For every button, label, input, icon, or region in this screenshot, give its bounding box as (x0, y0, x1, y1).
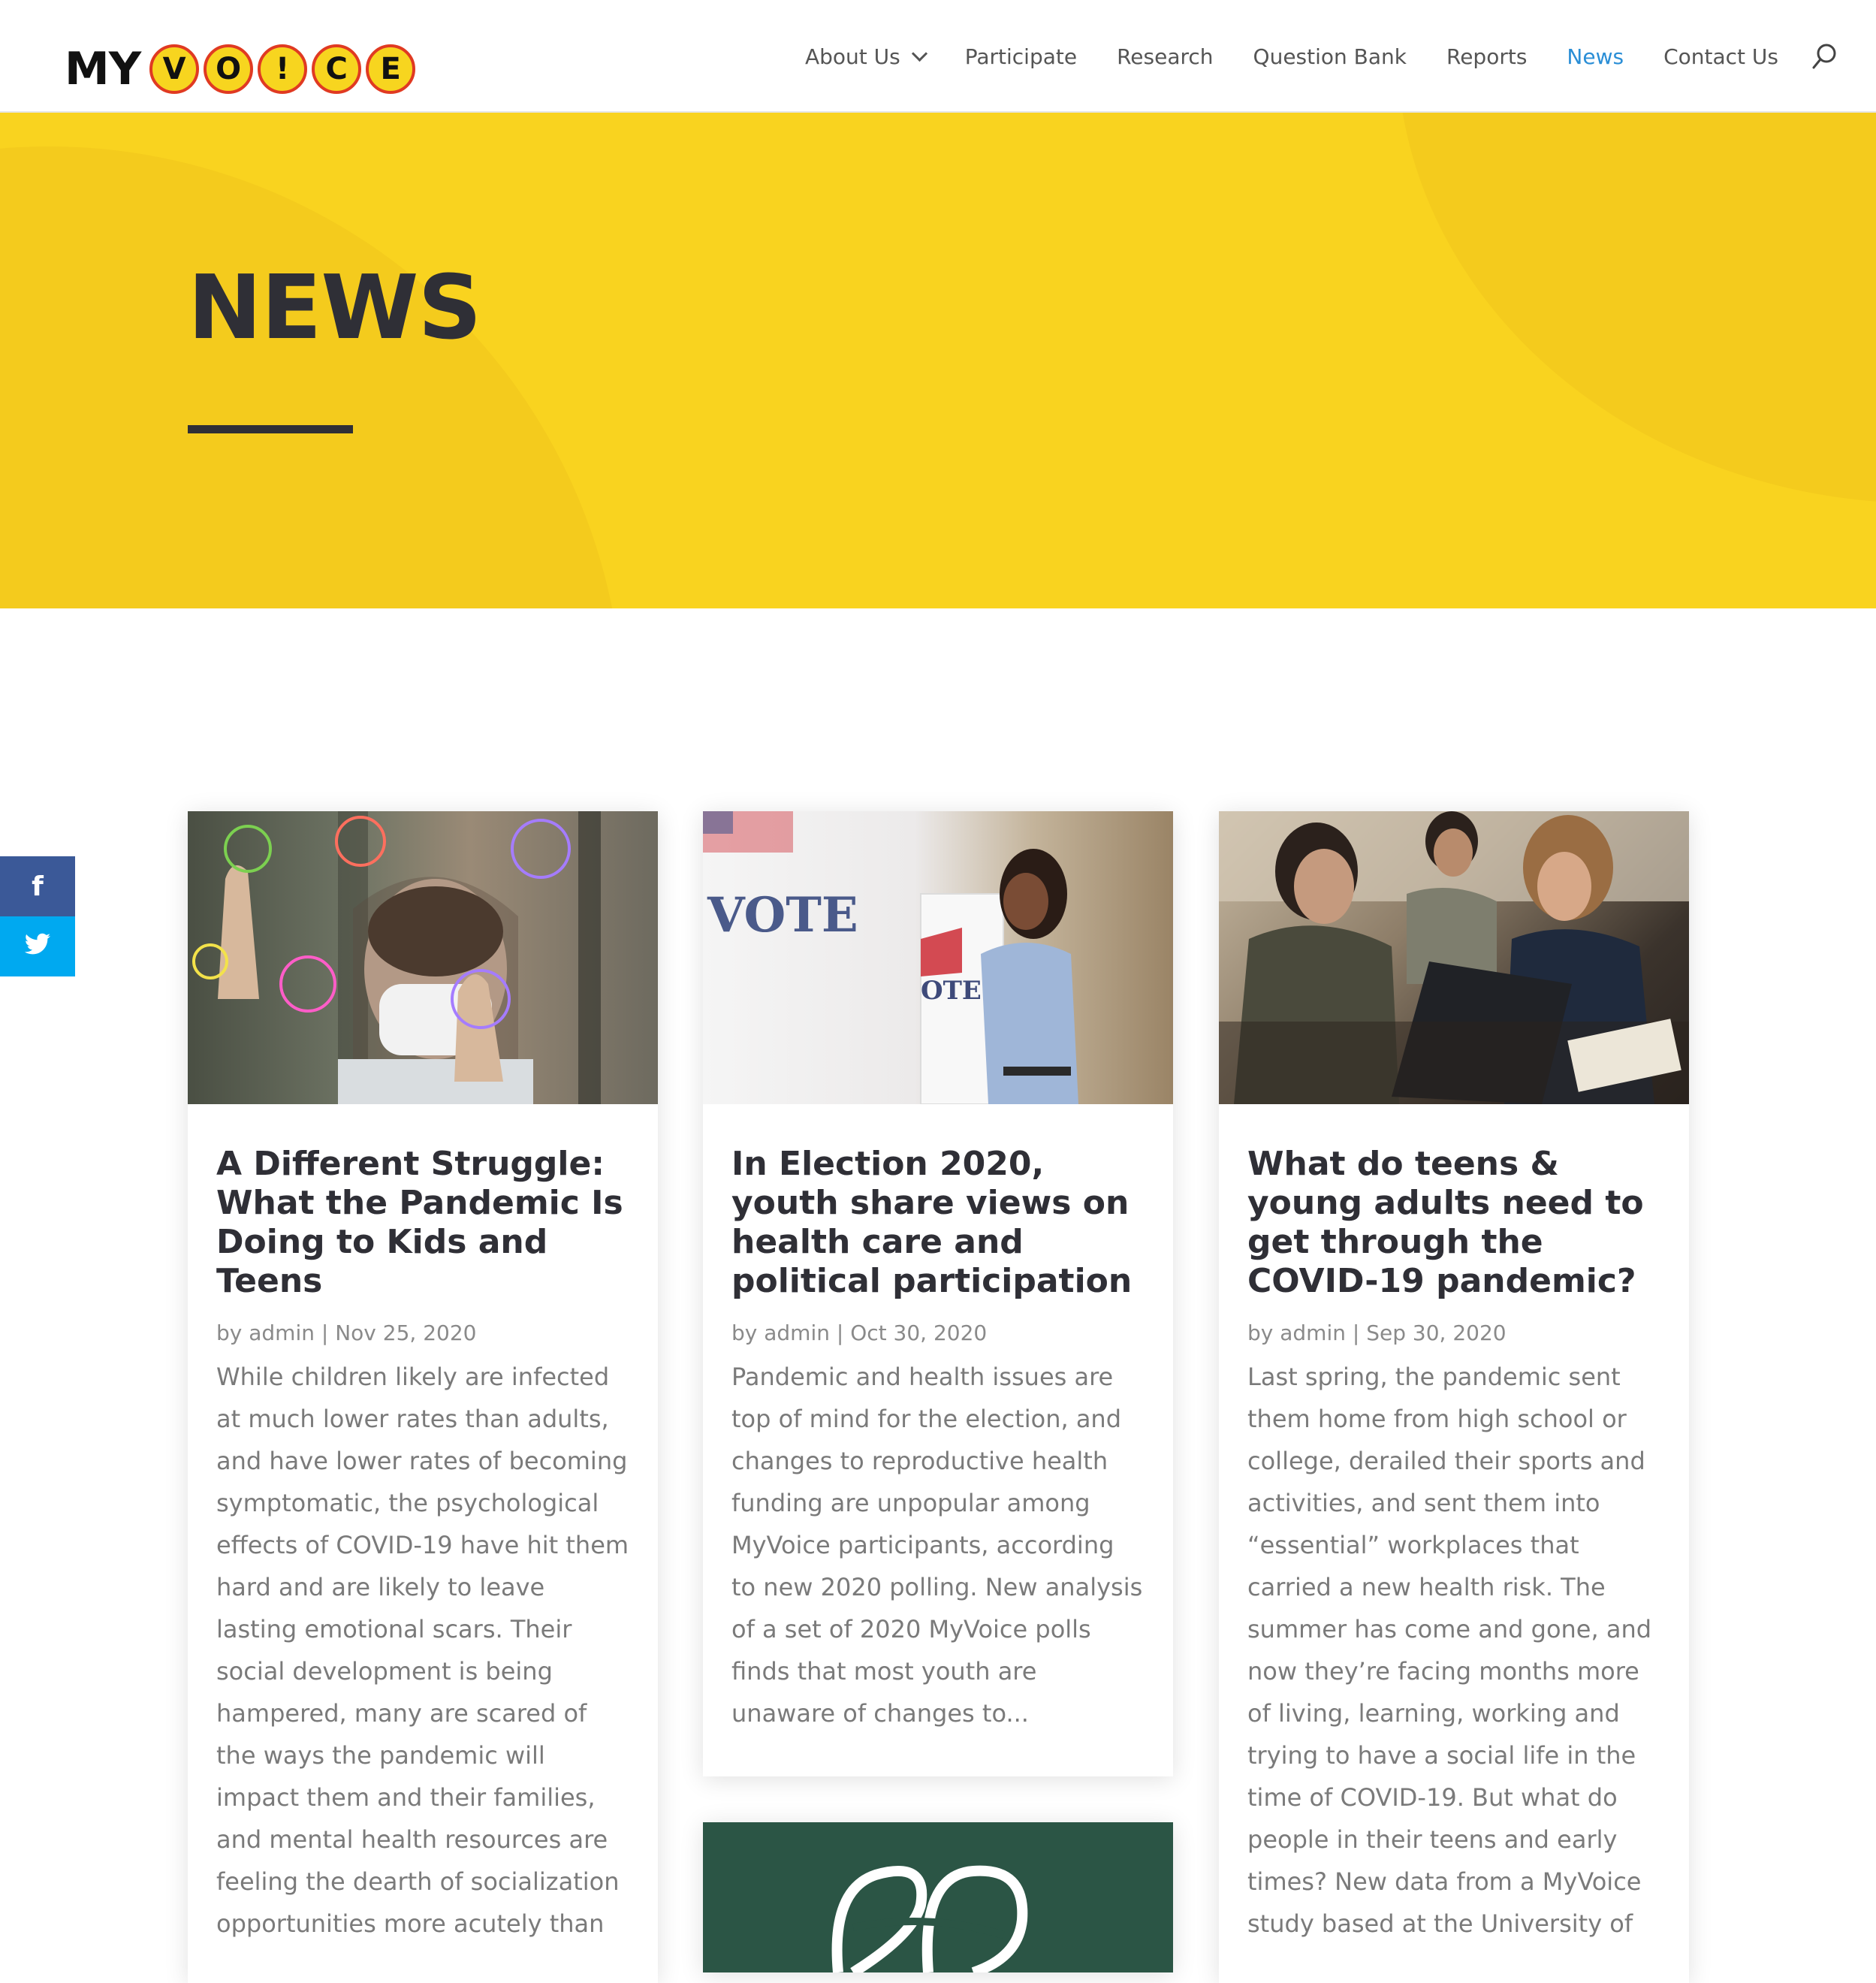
masked-girl-illustration (192, 811, 601, 1104)
logo-face-exclaim: ! (258, 44, 308, 94)
logo-face-o: O (204, 44, 254, 94)
post-card: VOTE OTE In Election 2020, youth share v… (703, 811, 1173, 1776)
chevron-down-icon (911, 45, 927, 62)
nav-contact-us[interactable]: Contact Us (1663, 44, 1778, 69)
post-card-body: What do teens & young adults need to get… (1219, 1104, 1689, 1975)
booth-vote-text: OTE (921, 976, 982, 1006)
logo-my-text: MY (65, 43, 141, 95)
nav-about-us-label: About Us (804, 44, 900, 69)
post-image-masked-girl[interactable] (188, 811, 658, 1104)
title-underline (188, 425, 353, 433)
voting-booth-illustration: VOTE OTE (703, 811, 1078, 1104)
post-card-body: A Different Struggle: What the Pandemic … (188, 1104, 658, 1975)
nav-news[interactable]: News (1567, 44, 1624, 69)
search-icon[interactable] (1811, 43, 1838, 70)
site-header: MY V O ! C E About Us Participate Resear… (0, 0, 1876, 113)
post-excerpt: While children likely are infected at mu… (216, 1363, 629, 1938)
family-laptop-illustration (1219, 811, 1689, 1104)
post-title[interactable]: What do teens & young adults need to get… (1247, 1145, 1660, 1301)
twitter-icon (24, 931, 51, 962)
post-card (703, 1822, 1173, 1972)
post-card-body: In Election 2020, youth share views on h… (703, 1104, 1173, 1764)
post-card: A Different Struggle: What the Pandemic … (188, 811, 658, 1983)
post-meta: by admin | Oct 30, 2020 (731, 1320, 988, 1345)
logo-face-c: C (312, 44, 362, 94)
nav-participate[interactable]: Participate (965, 44, 1077, 69)
hero-decor-arc (0, 146, 623, 608)
twenty-logo-illustration (831, 1865, 1028, 1972)
post-excerpt: Last spring, the pandemic sent them home… (1247, 1363, 1652, 1938)
nav-about-us[interactable]: About Us (804, 44, 927, 69)
social-share-bar: f (0, 856, 75, 976)
post-image-20-logo[interactable] (703, 1822, 1173, 1972)
post-meta: by admin | Nov 25, 2020 (216, 1320, 477, 1345)
nav-research[interactable]: Research (1117, 44, 1213, 69)
twitter-share-button[interactable] (0, 916, 75, 976)
post-meta: by admin | Sep 30, 2020 (1247, 1320, 1507, 1345)
nav-question-bank[interactable]: Question Bank (1253, 44, 1407, 69)
post-card: What do teens & young adults need to get… (1219, 811, 1689, 1983)
hero-banner: NEWS (0, 113, 1876, 608)
facebook-icon: f (32, 871, 44, 902)
facebook-share-button[interactable]: f (0, 856, 75, 916)
main-nav: About Us Participate Research Question B… (765, 0, 1876, 113)
nav-reports[interactable]: Reports (1446, 44, 1527, 69)
logo-face-v: V (149, 44, 200, 94)
post-image-family-laptop[interactable] (1219, 811, 1689, 1104)
post-title[interactable]: In Election 2020, youth share views on h… (731, 1145, 1145, 1301)
myvoice-logo[interactable]: MY V O ! C E (65, 39, 416, 99)
post-excerpt: Pandemic and health issues are top of mi… (731, 1363, 1143, 1728)
post-title[interactable]: A Different Struggle: What the Pandemic … (216, 1145, 629, 1301)
hero-decor-arc (1397, 113, 1876, 503)
logo-face-e: E (366, 44, 416, 94)
page-title: NEWS (188, 255, 482, 359)
post-image-voting-booth[interactable]: VOTE OTE (703, 811, 1173, 1104)
vote-sign-text: VOTE (707, 887, 858, 943)
